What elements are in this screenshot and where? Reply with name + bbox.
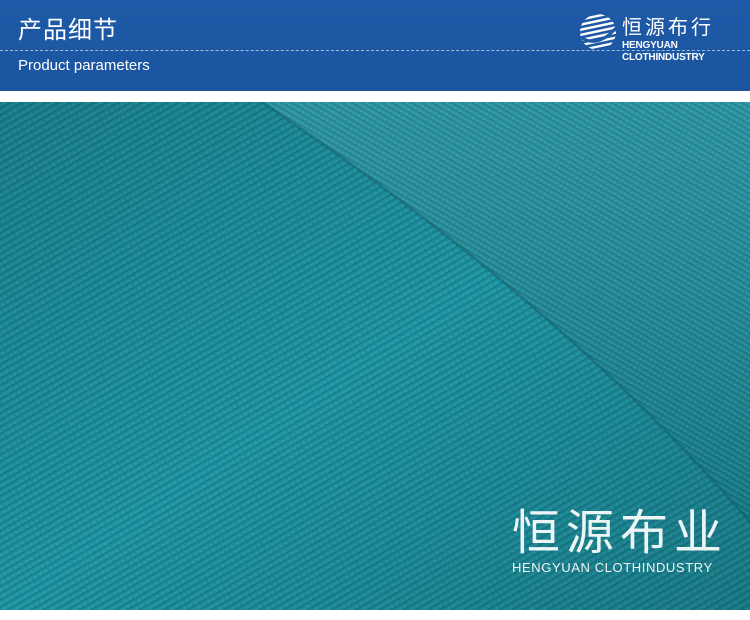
watermark-name-cn: 恒源布业 <box>512 505 729 561</box>
page-title: 产品细节 <box>18 16 118 44</box>
striped-globe-icon <box>580 14 618 50</box>
brand-logo: 恒源布行 HENGYUAN CLOTHINDUSTRY <box>578 12 750 63</box>
logo-name-en: HENGYUAN CLOTHINDUSTRY <box>622 40 705 63</box>
header-banner: 产品细节 Product parameters 恒源布行 HENGYUAN CL… <box>0 0 750 91</box>
watermark-name-en: HENGYUAN CLOTHINDUSTRY <box>512 560 713 575</box>
page-subtitle: Product parameters <box>18 57 150 74</box>
logo-name-cn: 恒源布行 <box>622 15 714 39</box>
